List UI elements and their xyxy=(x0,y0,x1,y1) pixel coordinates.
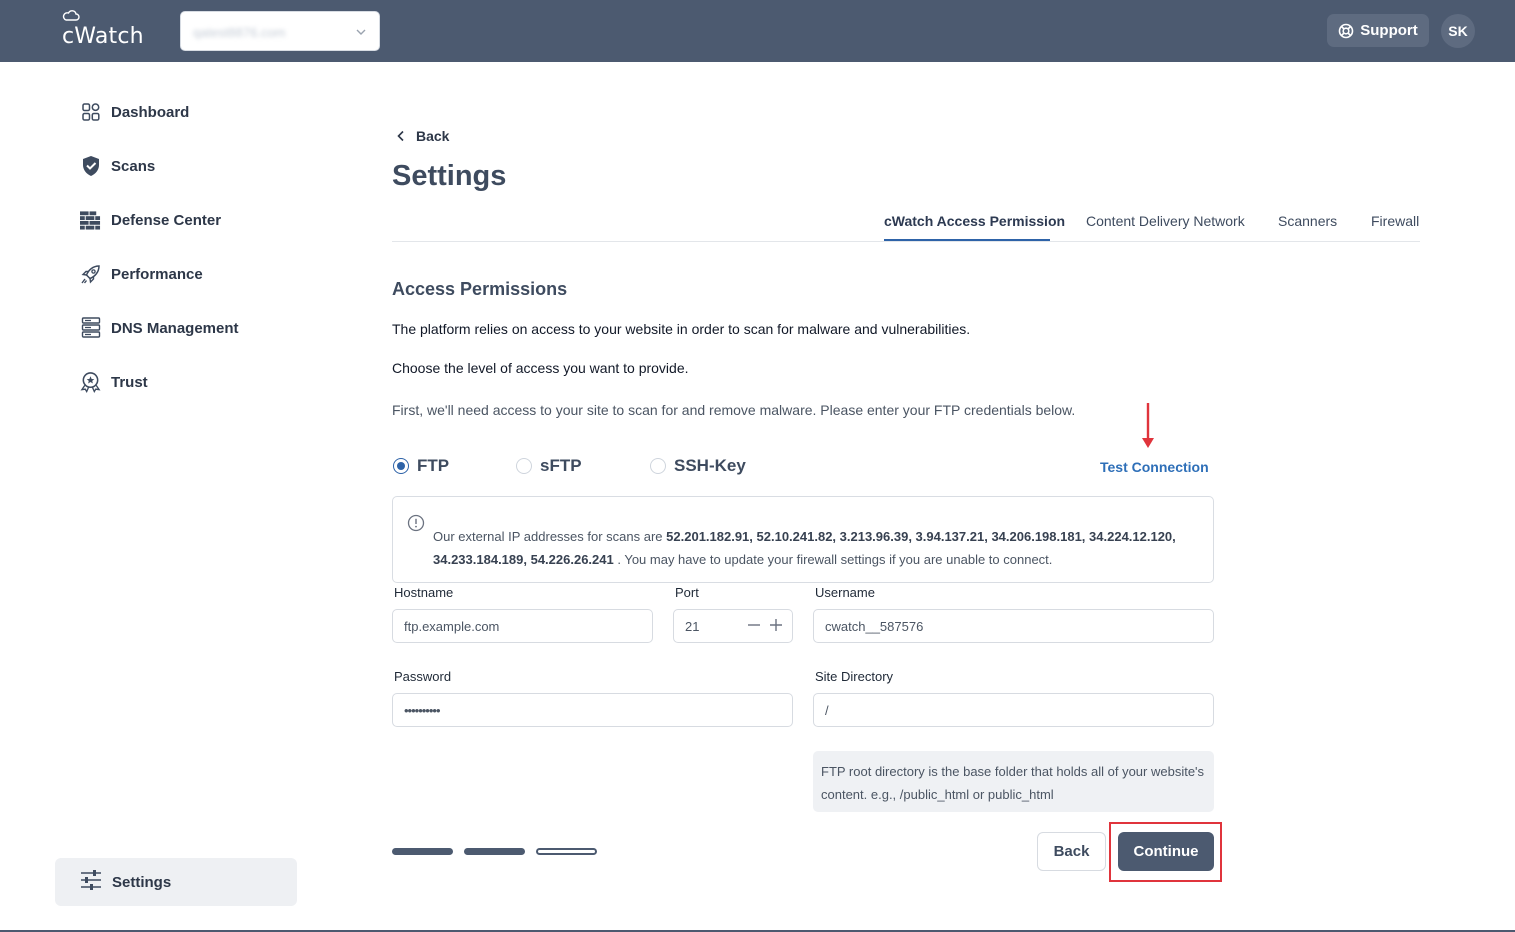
hostname-label: Hostname xyxy=(394,585,454,600)
sidebar-item-performance[interactable]: Performance xyxy=(80,262,203,286)
domain-select-value: qatest8876.com xyxy=(193,25,286,40)
tab-content-delivery-network[interactable]: Content Delivery Network xyxy=(1086,213,1245,229)
dashboard-icon xyxy=(80,102,101,123)
sidebar-item-label: Scans xyxy=(111,157,156,175)
password-value: •••••••••• xyxy=(404,702,441,718)
sidebar-item-label: DNS Management xyxy=(111,319,239,337)
description-platform-access: The platform relies on access to your we… xyxy=(392,321,971,337)
sidebar-item-trust[interactable]: Trust xyxy=(80,370,148,394)
tab-scanners[interactable]: Scanners xyxy=(1278,213,1337,229)
back-link-label: Back xyxy=(416,128,450,144)
firewall-icon xyxy=(80,210,101,231)
test-connection-link[interactable]: Test Connection xyxy=(1100,459,1209,475)
port-value: 21 xyxy=(685,618,700,634)
shield-check-icon xyxy=(80,156,101,177)
active-tab-indicator xyxy=(884,239,1050,241)
annotation-arrow-icon xyxy=(1142,403,1154,448)
radio-dot xyxy=(516,458,532,474)
server-icon xyxy=(80,317,101,339)
site-directory-label: Site Directory xyxy=(815,669,894,684)
continue-button[interactable]: Continue xyxy=(1118,832,1214,871)
logo-text: cWatch xyxy=(62,24,144,49)
tab-firewall[interactable]: Firewall xyxy=(1371,213,1419,229)
password-input[interactable]: •••••••••• xyxy=(392,693,793,727)
minus-icon[interactable] xyxy=(748,618,760,632)
sidebar-item-settings[interactable]: Settings xyxy=(55,858,297,906)
password-label: Password xyxy=(394,669,452,684)
chevron-left-icon xyxy=(397,130,404,142)
section-title: Access Permissions xyxy=(392,279,568,299)
username-input[interactable]: cwatch__587576 xyxy=(813,609,1214,643)
site-directory-input[interactable]: / xyxy=(813,693,1214,727)
page-title: Settings xyxy=(392,160,507,192)
protocol-radio-ssh-key[interactable]: SSH-Key xyxy=(650,456,746,476)
plus-icon[interactable] xyxy=(770,618,782,632)
progress-step-3 xyxy=(536,848,597,855)
ip-info-suffix: . You may have to update your firewall s… xyxy=(613,552,1053,567)
support-button[interactable]: Support xyxy=(1327,14,1429,47)
radio-dot xyxy=(393,458,409,474)
sidebar-settings-label: Settings xyxy=(112,873,172,891)
trust-badge-icon xyxy=(80,372,101,393)
protocol-radio-sftp[interactable]: sFTP xyxy=(516,456,582,476)
support-label: Support xyxy=(1360,22,1418,39)
ip-info-box: Our external IP addresses for scans are … xyxy=(392,496,1214,583)
sidebar-item-label: Performance xyxy=(111,265,203,283)
radio-dot xyxy=(650,458,666,474)
back-link[interactable]: Back xyxy=(396,128,449,144)
sidebar-item-scans[interactable]: Scans xyxy=(80,154,155,178)
site-directory-value: / xyxy=(825,702,829,718)
description-ftp-credentials: First, we'll need access to your site to… xyxy=(392,402,1076,418)
site-directory-hint: FTP root directory is the base folder th… xyxy=(813,751,1214,812)
protocol-radio-ftp[interactable]: FTP xyxy=(393,456,449,476)
hostname-input[interactable]: ftp.example.com xyxy=(392,609,653,643)
ip-list-line2: 34.233.184.189, 54.226.26.241 xyxy=(433,552,614,567)
tab-cwatch-access-permission[interactable]: cWatch Access Permission xyxy=(884,213,1065,229)
username-value: cwatch__587576 xyxy=(825,618,924,634)
cwatch-logo[interactable]: cWatch xyxy=(62,10,144,52)
port-stepper[interactable]: 21 xyxy=(673,609,793,643)
radio-label: sFTP xyxy=(540,456,582,475)
lifebuoy-icon xyxy=(1338,23,1354,38)
radio-label: FTP xyxy=(417,456,450,475)
sidebar-item-label: Defense Center xyxy=(111,211,222,229)
radio-label: SSH-Key xyxy=(674,456,746,475)
description-access-level: Choose the level of access you want to p… xyxy=(392,360,689,376)
username-label: Username xyxy=(815,585,875,600)
port-label: Port xyxy=(675,585,699,600)
sliders-icon xyxy=(80,870,102,894)
sidebar-item-dashboard[interactable]: Dashboard xyxy=(80,100,189,124)
sidebar-item-defense-center[interactable]: Defense Center xyxy=(80,208,221,232)
ip-info-prefix: Our external IP addresses for scans are xyxy=(433,529,667,544)
cloud-icon xyxy=(62,10,80,21)
sidebar-item-dns-management[interactable]: DNS Management xyxy=(80,316,239,340)
sidebar-item-label: Trust xyxy=(111,373,148,391)
ip-list-line1: 52.201.182.91, 52.10.241.82, 3.213.96.39… xyxy=(666,529,1176,544)
settings-tabs: cWatch Access Permission Content Deliver… xyxy=(392,208,1420,242)
domain-select[interactable]: qatest8876.com xyxy=(180,11,380,51)
rocket-icon xyxy=(80,264,101,285)
top-bar: cWatch qatest8876.com Support SK xyxy=(0,0,1515,62)
ip-info-text: Our external IP addresses for scans are … xyxy=(433,525,1203,571)
progress-step-2 xyxy=(464,848,525,855)
avatar[interactable]: SK xyxy=(1441,14,1475,48)
info-icon xyxy=(407,514,425,532)
hostname-placeholder: ftp.example.com xyxy=(404,618,500,634)
back-button[interactable]: Back xyxy=(1037,832,1106,871)
chevron-down-icon xyxy=(356,29,366,35)
progress-step-1 xyxy=(392,848,453,855)
sidebar-item-label: Dashboard xyxy=(111,103,190,121)
